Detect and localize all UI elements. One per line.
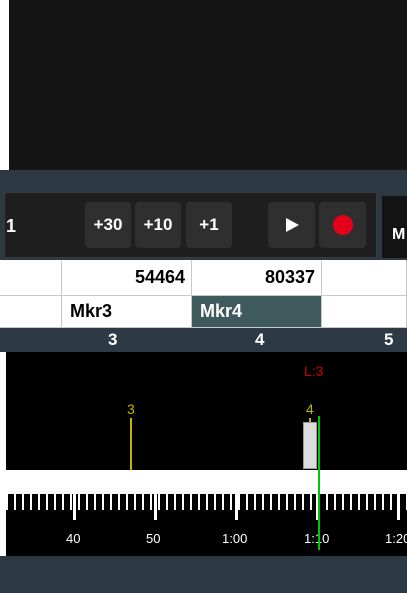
play-icon: [285, 218, 299, 232]
time-label: 1:00: [222, 531, 248, 546]
name-cell-selected[interactable]: Mkr4: [192, 296, 322, 328]
major-tick: [397, 494, 400, 520]
marker-label: 4: [306, 401, 314, 417]
playhead-line[interactable]: [318, 416, 320, 550]
name-cell[interactable]: Mkr3: [62, 296, 192, 328]
beat-ruler[interactable]: [0, 328, 407, 352]
side-panel-label: M: [392, 226, 406, 243]
time-label: 1:10: [304, 531, 330, 546]
skip-10-button[interactable]: +10: [135, 202, 181, 248]
marker-line[interactable]: [130, 418, 132, 470]
record-icon: [332, 215, 353, 235]
time-label: 40: [66, 531, 81, 546]
playhead-handle[interactable]: [303, 422, 317, 469]
record-button[interactable]: [319, 202, 366, 248]
major-tick: [154, 494, 157, 520]
time-label: 1:20: [385, 531, 407, 546]
timeline-gap: [6, 470, 407, 494]
name-cell[interactable]: [0, 296, 62, 328]
marker-label: 3: [127, 401, 135, 417]
time-label: 50: [146, 531, 161, 546]
marker-lane[interactable]: [6, 352, 407, 470]
loop-label: L:3: [304, 363, 324, 379]
tick-marks: [6, 494, 407, 510]
major-tick: [73, 494, 76, 520]
position-cell[interactable]: 80337: [192, 260, 322, 296]
counter-fragment: 1: [6, 216, 17, 236]
position-cell[interactable]: 54464: [62, 260, 192, 296]
skip-30-button[interactable]: +30: [85, 202, 131, 248]
beat-label: 3: [108, 330, 118, 349]
beat-label: 5: [384, 330, 394, 349]
position-cell[interactable]: [0, 260, 62, 296]
major-tick: [235, 494, 238, 520]
position-cell[interactable]: [322, 260, 407, 296]
skip-1-button[interactable]: +1: [186, 202, 232, 248]
video-preview-area: [9, 0, 407, 170]
bottom-bar: [0, 556, 407, 593]
beat-label: 4: [255, 330, 265, 349]
play-button[interactable]: [268, 202, 315, 248]
name-cell[interactable]: [322, 296, 407, 328]
